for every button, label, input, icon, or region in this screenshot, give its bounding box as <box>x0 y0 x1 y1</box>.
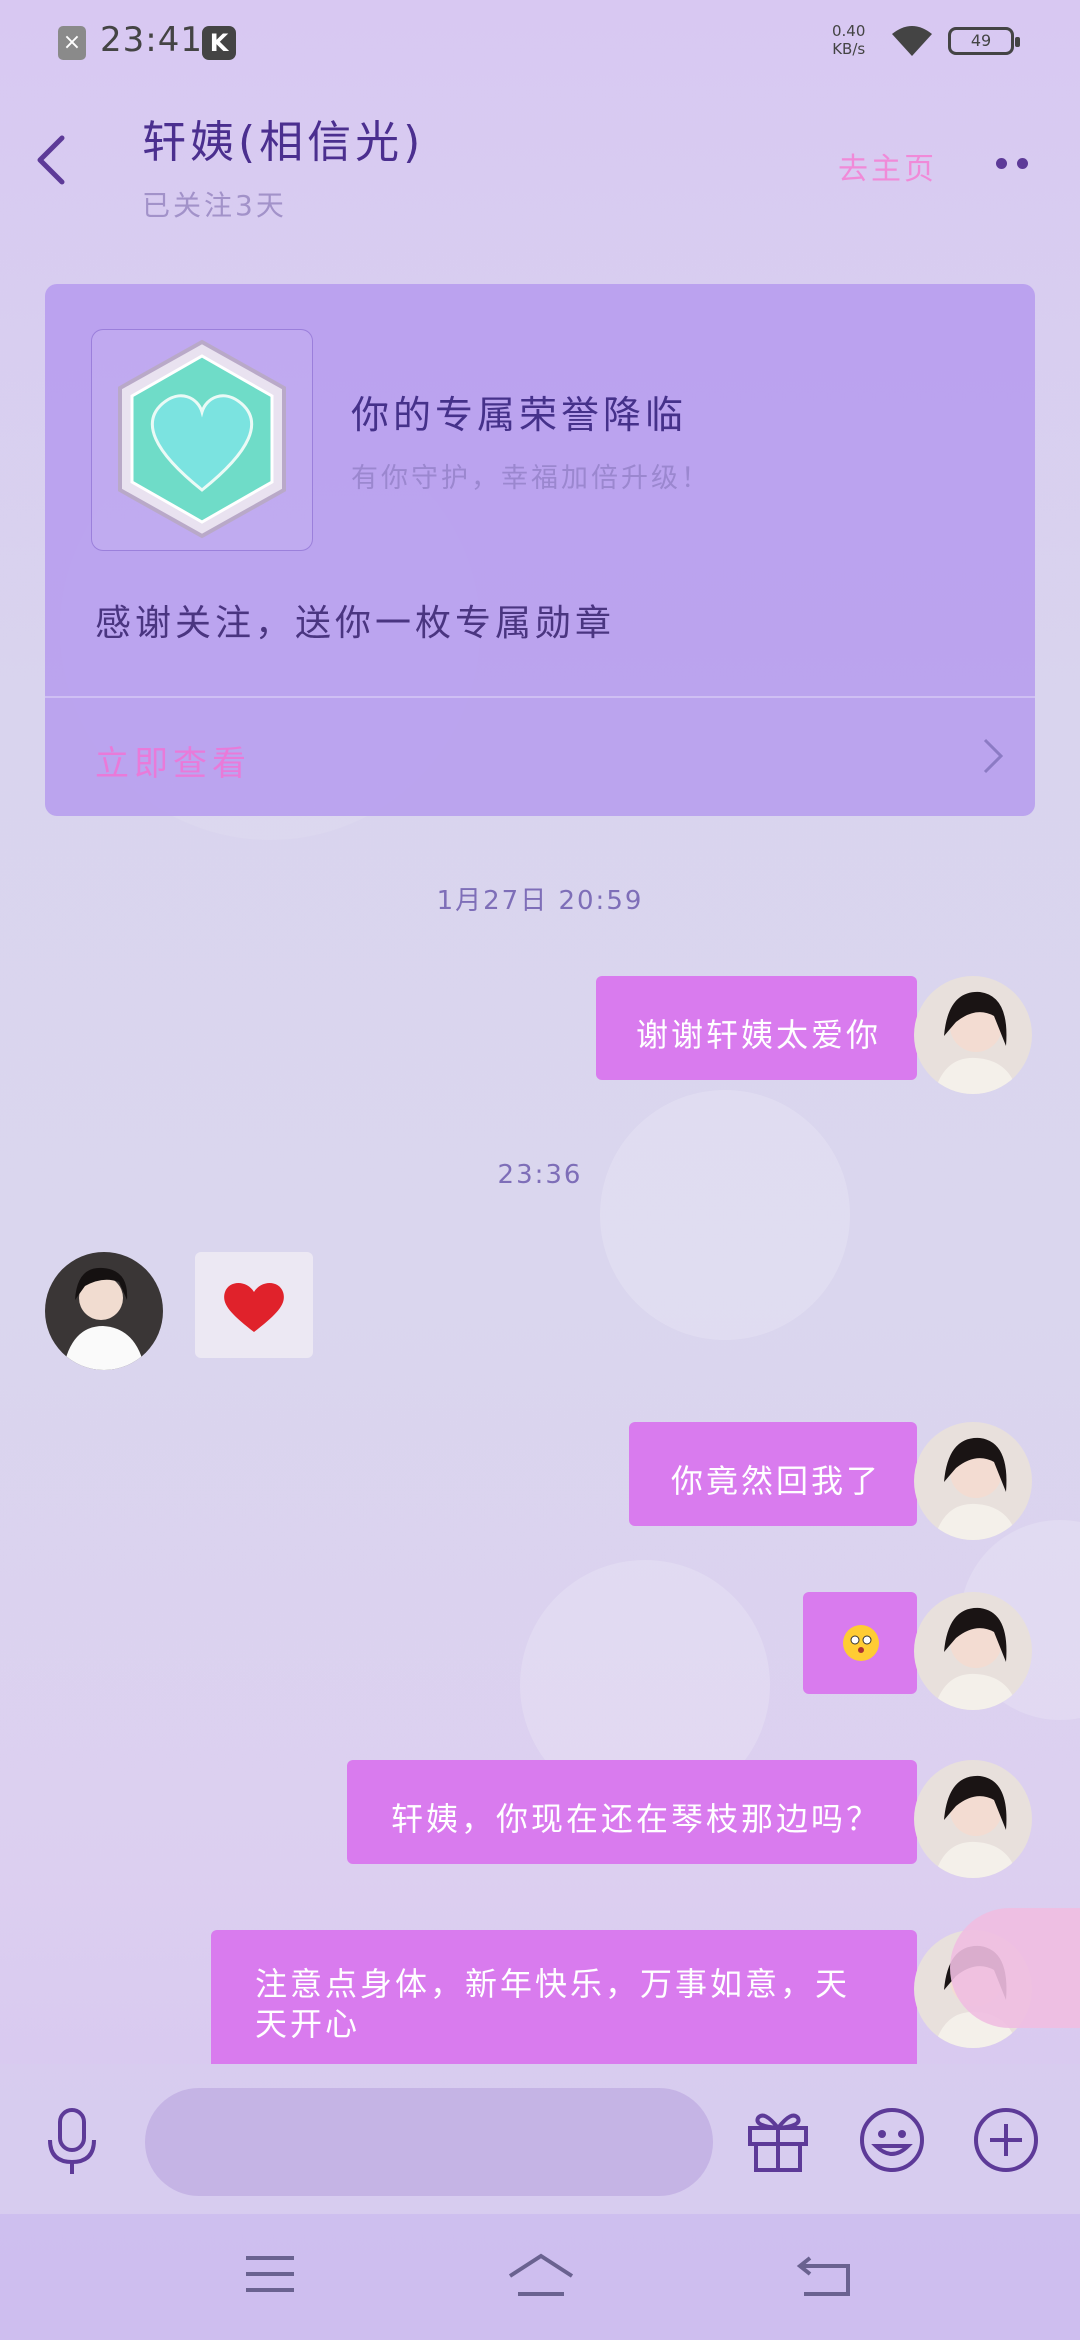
notification-close-icon: × <box>58 26 86 60</box>
my-avatar[interactable] <box>914 1760 1032 1878</box>
view-now-link[interactable]: 立即查看 <box>95 736 251 785</box>
back-arrow-icon[interactable] <box>30 130 70 190</box>
gift-icon[interactable] <box>744 2106 812 2174</box>
wifi-icon <box>892 26 932 56</box>
my-avatar[interactable] <box>914 976 1032 1094</box>
system-nav-bar <box>0 2214 1080 2340</box>
honor-badge-card: 你的专属荣誉降临 有你守护，幸福加倍升级！ 感谢关注，送你一枚专属勋章 立即查看 <box>45 284 1035 816</box>
battery-level: 49 <box>970 31 992 50</box>
heart-emoji-icon <box>224 1283 284 1332</box>
chat-input-bar <box>0 2064 1080 2214</box>
received-message[interactable] <box>195 1252 313 1358</box>
sent-message[interactable]: 轩姨，你现在还在琴枝那边吗？ <box>346 1760 917 1864</box>
network-speed: 0.40 KB/s <box>832 22 865 58</box>
chevron-right-icon[interactable] <box>981 736 1005 776</box>
timestamp: 1月27日 20:59 <box>436 886 644 916</box>
more-options-icon[interactable] <box>996 154 1038 173</box>
chat-header: 轩姨(相信光) 已关注3天 去主页 <box>0 90 1080 240</box>
sent-message[interactable]: 谢谢轩姨太爱你 <box>595 976 917 1080</box>
battery-icon: 49 <box>948 27 1020 55</box>
sent-message[interactable]: 你竟然回我了 <box>628 1422 917 1526</box>
app-k-icon: K <box>202 26 236 60</box>
timestamp: 23:36 <box>497 1160 583 1190</box>
network-speed-unit: KB/s <box>832 40 866 58</box>
add-icon[interactable] <box>972 2106 1040 2174</box>
network-speed-value: 0.40 <box>832 22 866 40</box>
back-nav-icon[interactable] <box>796 2252 852 2298</box>
card-subtitle: 有你守护，幸福加倍升级！ <box>351 463 711 494</box>
card-title: 你的专属荣誉降临 <box>351 393 688 437</box>
home-icon[interactable] <box>506 2250 576 2300</box>
floating-widget[interactable] <box>950 1908 1080 2028</box>
contact-avatar[interactable] <box>45 1252 163 1370</box>
status-bar: × 23:41 K 0.40 KB/s 49 <box>0 0 1080 84</box>
badge-image <box>91 329 313 551</box>
my-avatar[interactable] <box>914 1422 1032 1540</box>
card-divider <box>45 696 1035 698</box>
flushed-emoji-icon <box>843 1625 879 1661</box>
card-message: 感谢关注，送你一枚专属勋章 <box>95 603 616 644</box>
emoji-icon[interactable] <box>858 2106 926 2174</box>
microphone-icon[interactable] <box>40 2106 104 2178</box>
menu-icon[interactable] <box>244 2252 296 2296</box>
go-homepage-link[interactable]: 去主页 <box>838 144 937 188</box>
follow-duration: 已关注3天 <box>142 189 287 222</box>
sent-message[interactable]: 注意点身体，新年快乐，万事如意，天天开心 <box>211 1930 917 2064</box>
sent-message[interactable] <box>803 1592 917 1694</box>
message-input[interactable] <box>145 2088 713 2196</box>
my-avatar[interactable] <box>914 1592 1032 1710</box>
status-time: 23:41 <box>100 20 203 60</box>
chat-title[interactable]: 轩姨(相信光) <box>142 106 424 170</box>
